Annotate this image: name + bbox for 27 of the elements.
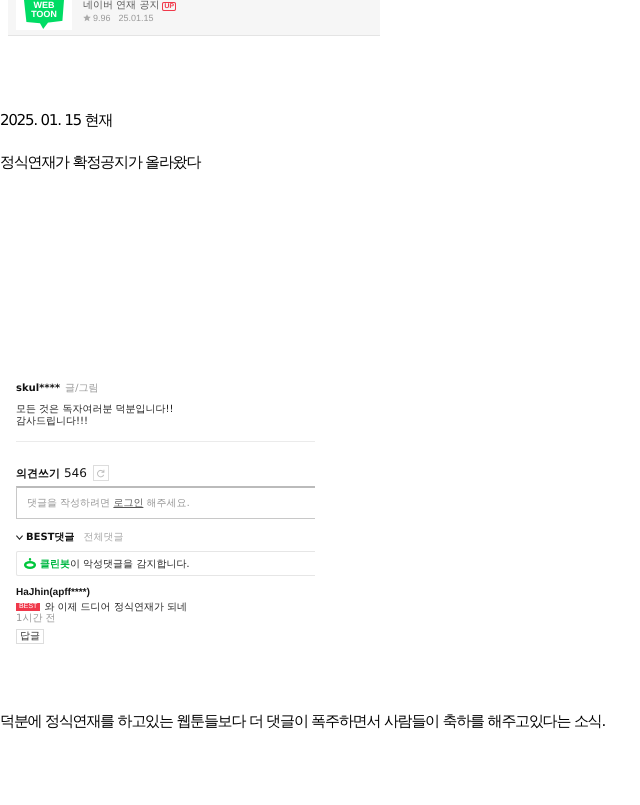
card-title: 네이버 연재 공지 — [83, 0, 160, 12]
logo-text: WEB TOON — [31, 0, 57, 19]
refresh-icon — [96, 468, 106, 478]
intro-text: 정식연재가 확정공지가 올라왔다 — [0, 152, 200, 172]
login-prompt: 댓글을 작성하려면 로그인 해주세요. — [27, 497, 190, 510]
card-date: 25.01.15 — [118, 13, 154, 23]
author-note: 감사드립니다!!! — [16, 416, 88, 428]
rating: 9.96 — [93, 13, 111, 23]
author-name: skul**** — [16, 382, 60, 394]
robot-icon — [24, 558, 36, 569]
date-line: 2025. 01. 15 현재 — [0, 110, 112, 130]
comment-text: 와 이제 드디어 정식연재가 되네 — [44, 601, 188, 614]
comment-count: 546 — [64, 466, 87, 480]
author-note: 모든 것은 독자여러분 덕분입니다!! — [16, 404, 174, 416]
comment-input-field[interactable]: 댓글을 작성하려면 로그인 해주세요. — [16, 486, 315, 519]
star-icon — [83, 14, 91, 22]
cleanbot-notice: 클린봇이 악성댓글을 감지합니다. — [40, 558, 190, 570]
sort-tab[interactable]: BEST댓글 — [16, 530, 74, 544]
closing-text: 덕분에 정식연재를 하고있는 웹툰들보다 더 댓글이 폭주하면서 사람들이 축하를 해주고있다는 소식. — [0, 711, 606, 731]
refresh-button[interactable] — [92, 465, 109, 481]
reply-button[interactable]: 답글 — [16, 629, 44, 644]
comment-author: HaJhin(apff****) — [16, 586, 90, 600]
author-role: 글/그림 — [65, 382, 98, 395]
comments-label: 의견쓰기 — [16, 466, 60, 480]
comment-time: 1시간 전 — [16, 613, 56, 625]
login-link[interactable]: 로그인 — [113, 498, 144, 509]
chevron-icon — [16, 534, 23, 540]
